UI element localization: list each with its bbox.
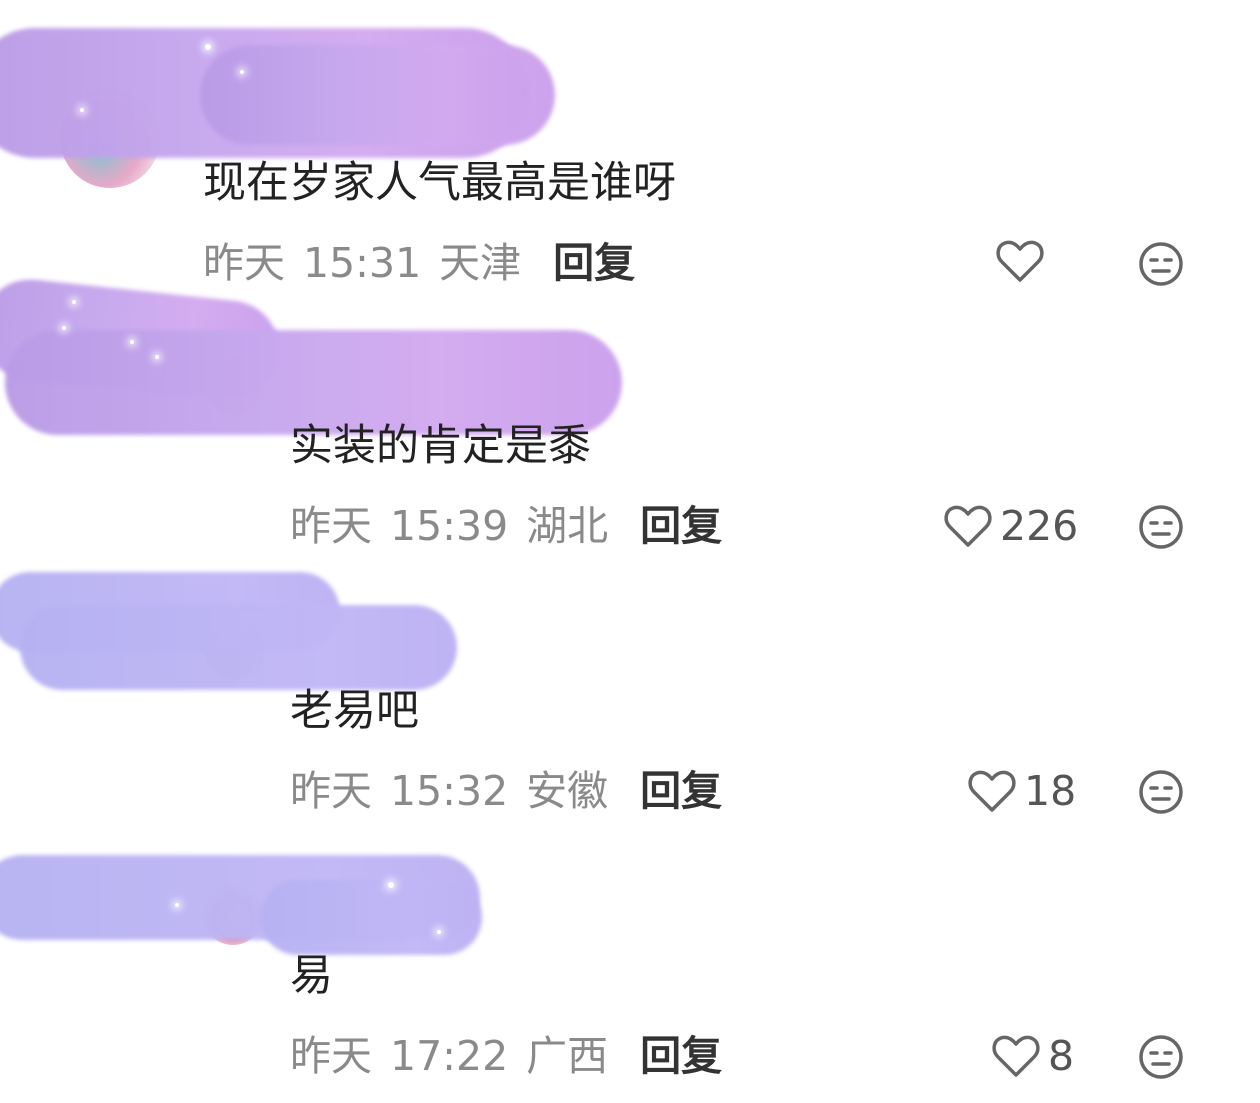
comment-time: 15:32	[390, 767, 509, 815]
heart-outline-icon	[992, 1035, 1040, 1077]
comment-meta: 昨天 17:22 广西 回复	[290, 1031, 722, 1081]
reply-button[interactable]: 回复	[640, 1031, 722, 1081]
like-count: 226	[1000, 502, 1079, 550]
unamused-face-icon	[1139, 1035, 1183, 1079]
reply-button[interactable]: 回复	[640, 766, 722, 816]
heart-outline-icon	[944, 505, 992, 547]
sparkle-decoration	[130, 340, 134, 344]
like-count: 18	[1024, 767, 1077, 815]
unamused-face-icon	[1139, 505, 1183, 549]
comment-meta: 昨天 15:32 安徽 回复	[290, 766, 722, 816]
comment-time: 15:39	[390, 502, 509, 550]
heart-outline-icon	[968, 770, 1016, 812]
comment-location: 湖北	[526, 502, 609, 550]
sparkle-decoration	[155, 355, 159, 359]
like-count: 8	[1048, 1032, 1075, 1080]
comment-text: 易	[290, 951, 333, 1001]
comment-location: 广西	[526, 1032, 609, 1080]
sparkle-decoration	[175, 903, 179, 907]
unamused-face-icon	[1139, 770, 1183, 814]
sparkle-decoration	[72, 300, 76, 304]
dislike-button[interactable]	[1138, 1034, 1184, 1084]
redaction-mask	[5, 330, 622, 435]
comment-time: 17:22	[390, 1032, 509, 1080]
comment-date: 昨天	[290, 1032, 372, 1080]
comment-date: 昨天	[290, 502, 372, 550]
comment-location: 安徽	[526, 767, 609, 815]
comment-text: 老易吧	[290, 686, 419, 736]
like-button[interactable]: 18	[968, 766, 1076, 816]
reply-button[interactable]: 回复	[640, 501, 722, 551]
redaction-mask	[260, 880, 482, 955]
sparkle-decoration	[62, 326, 66, 330]
like-button[interactable]: 8	[992, 1031, 1074, 1081]
dislike-button[interactable]	[1138, 769, 1184, 819]
comment-text: 实装的肯定是黍	[290, 421, 591, 471]
comment-date: 昨天	[290, 767, 372, 815]
comment-item: 实装的肯定是黍 昨天 15:39 湖北 回复 226 老易吧 昨天 15:32 …	[0, 0, 1260, 1103]
sparkle-decoration	[437, 930, 441, 934]
redaction-mask	[20, 605, 457, 690]
like-button[interactable]: 226	[944, 501, 1078, 551]
sparkle-decoration	[388, 882, 394, 888]
dislike-button[interactable]	[1138, 504, 1184, 554]
comment-meta: 昨天 15:39 湖北 回复	[290, 501, 722, 551]
